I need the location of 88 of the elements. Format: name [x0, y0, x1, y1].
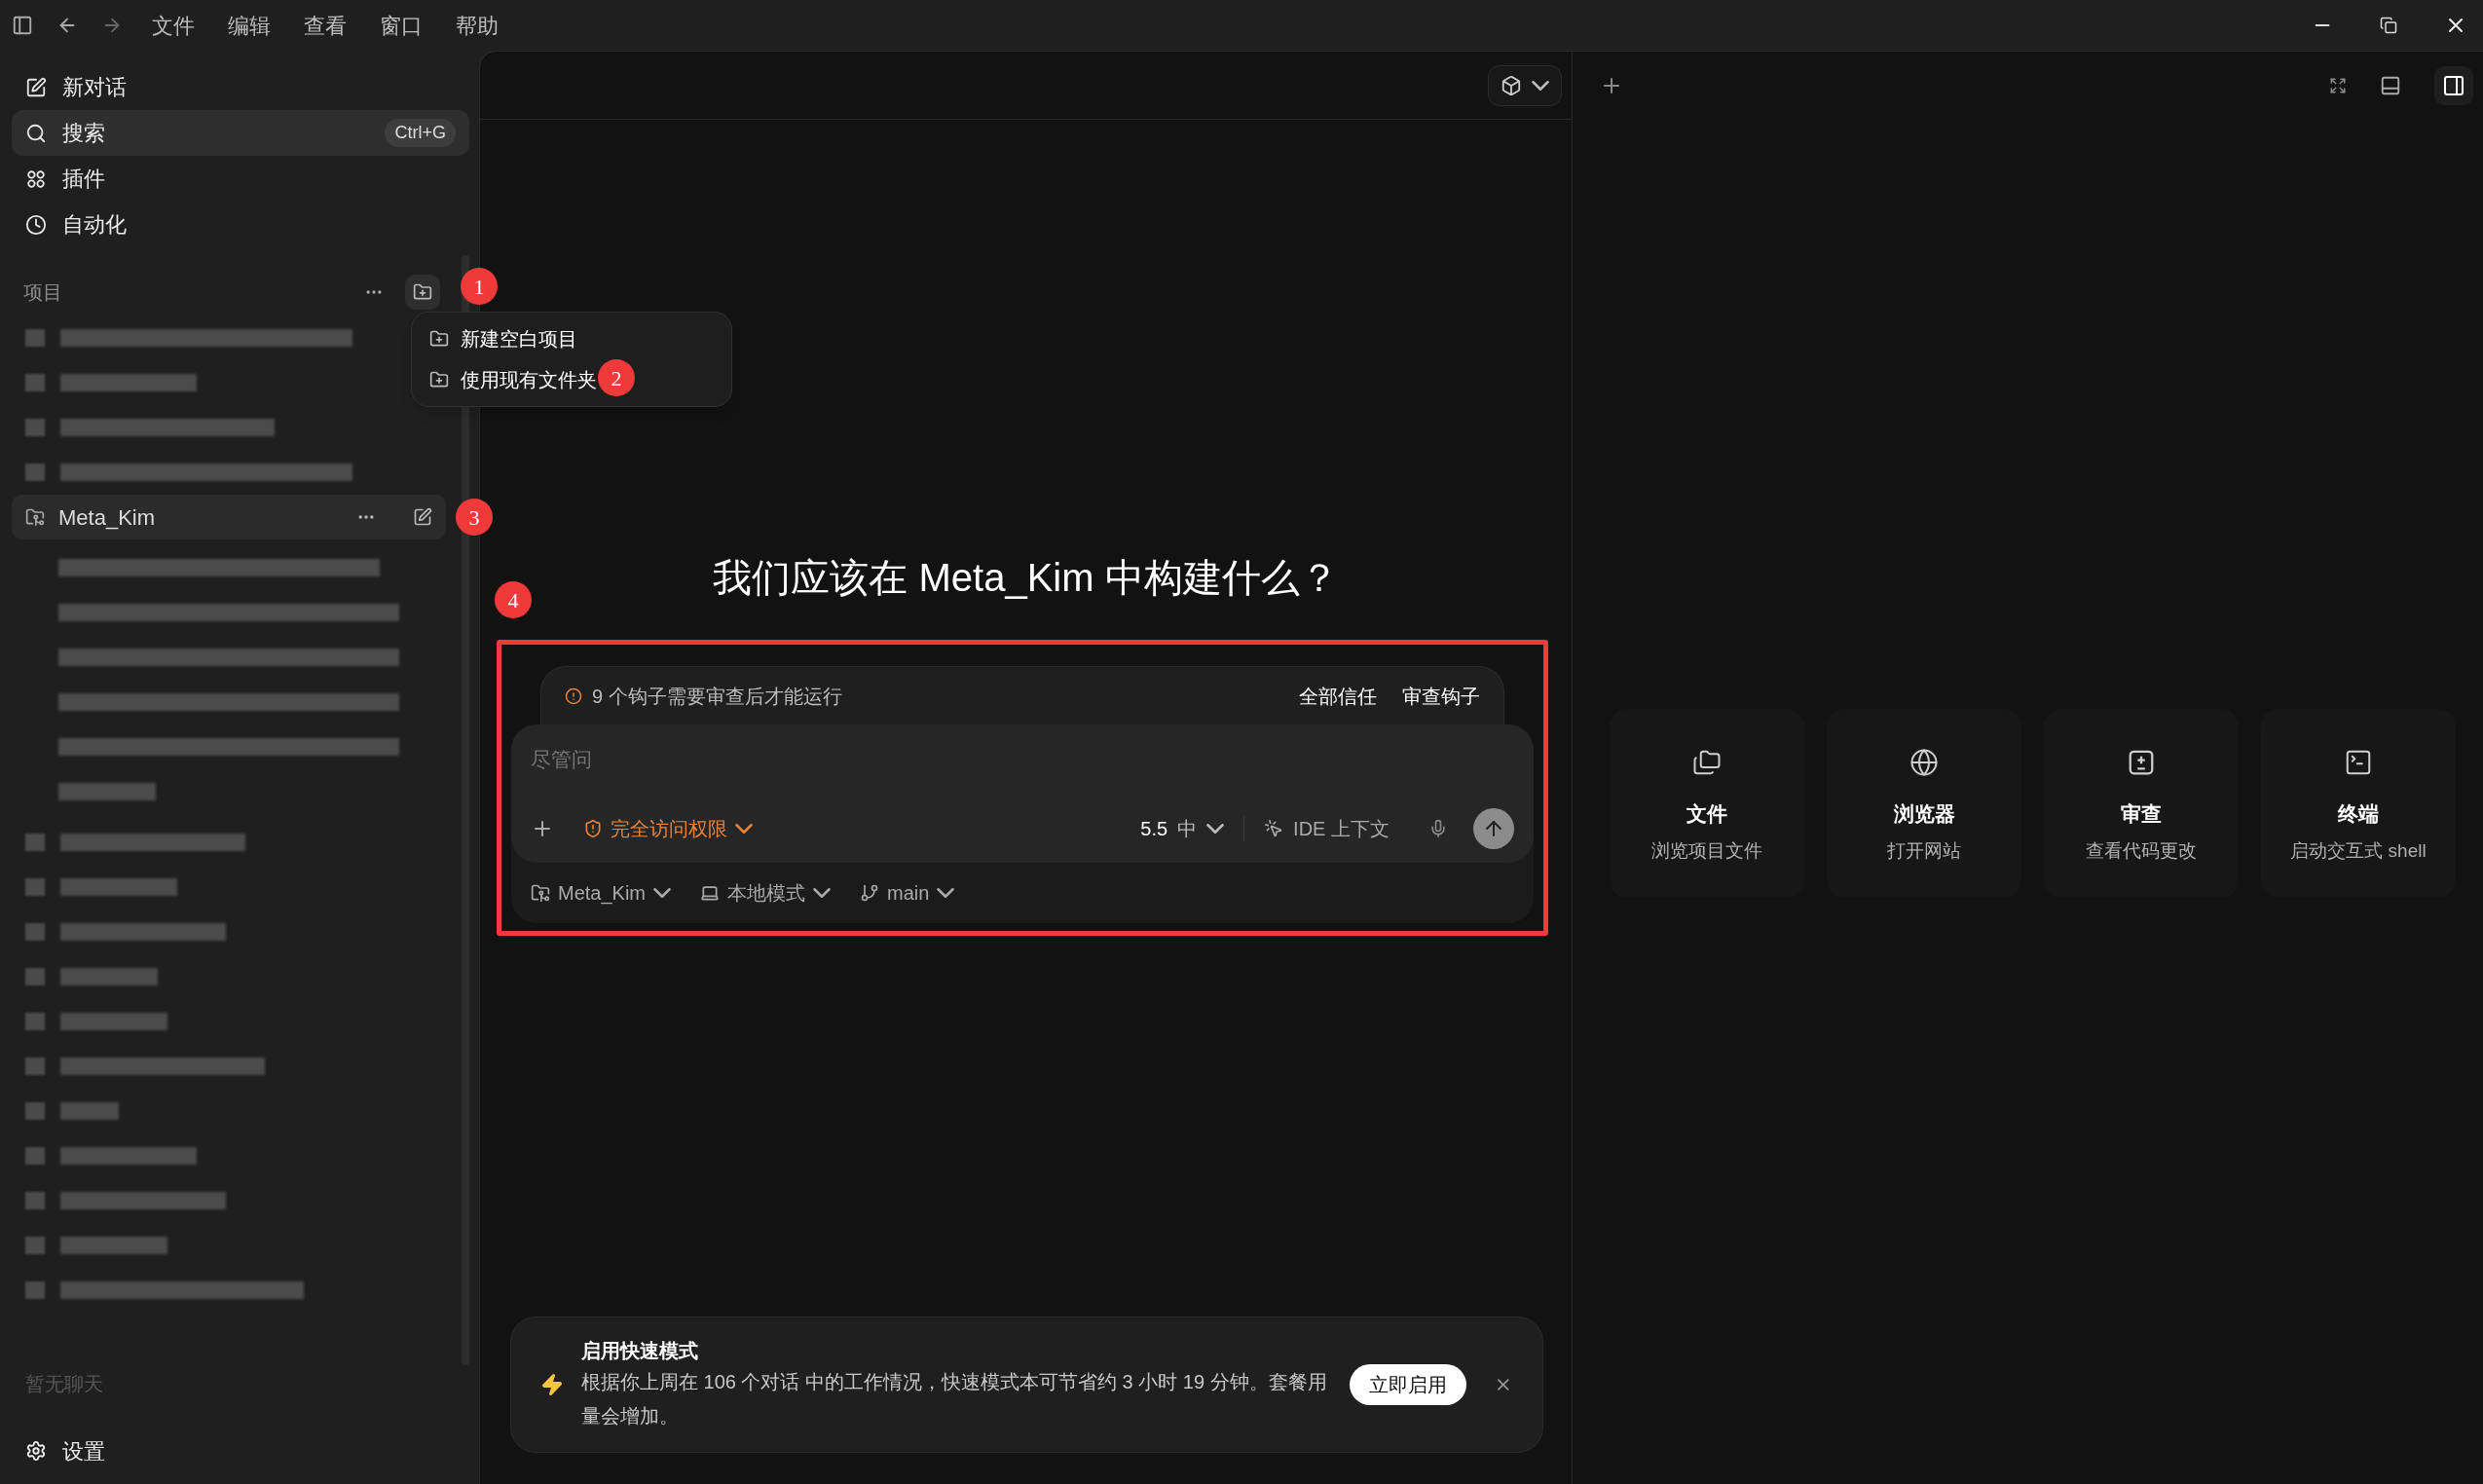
redacted-icon: [25, 923, 45, 941]
redacted-icon: [25, 834, 45, 851]
compose-icon: [25, 76, 47, 98]
chevron-down-icon: [653, 888, 672, 898]
project-item[interactable]: Meta_Kim: [12, 495, 446, 539]
branch-dropdown[interactable]: main: [860, 878, 955, 908]
enable-button[interactable]: 立即启用: [1350, 1364, 1467, 1405]
redacted-icon: [25, 1013, 45, 1030]
folder-git-icon: [531, 883, 550, 903]
redacted-icon: [25, 1147, 45, 1165]
shortcut-badge: Ctrl+G: [385, 119, 456, 147]
send-button[interactable]: [1473, 808, 1514, 849]
redacted-icon: [25, 1237, 45, 1254]
plugins-icon: [25, 167, 47, 190]
bottom-panel-icon[interactable]: [2380, 75, 2401, 96]
pointer-click-icon: [1264, 819, 1284, 838]
terminal-icon: [2344, 748, 2373, 777]
menu-item[interactable]: 帮助: [456, 9, 499, 42]
message-input[interactable]: 尽管问: [531, 744, 1212, 775]
laptop-icon: [700, 883, 721, 903]
panel-card[interactable]: 审查 查看代码更改: [2044, 709, 2239, 898]
chevron-down-icon: [1206, 824, 1225, 834]
menu-item[interactable]: 文件: [152, 9, 195, 42]
clock-icon: [25, 213, 47, 236]
redacted-icon: [25, 968, 45, 985]
chevron-down-icon: [937, 888, 955, 898]
sidebar-toggle-icon[interactable]: [12, 15, 33, 36]
menu-option[interactable]: 新建空白项目: [429, 321, 577, 356]
compose-icon[interactable]: [413, 507, 432, 527]
redacted-icon: [25, 374, 45, 391]
redacted-icon: [25, 1281, 45, 1299]
panel-card[interactable]: 文件 浏览项目文件: [1610, 709, 1804, 898]
folder-git-icon: [25, 507, 45, 527]
model-selector[interactable]: [1488, 64, 1562, 106]
sidebar-nav-item[interactable]: 新对话: [12, 64, 469, 110]
project-dropdown[interactable]: Meta_Kim: [531, 878, 672, 908]
redacted-icon: [25, 419, 45, 436]
redacted-icon: [25, 1057, 45, 1075]
sidebar-nav-item[interactable]: 插件: [12, 156, 469, 202]
microphone-icon[interactable]: [1428, 819, 1448, 838]
hooks-notice: 9 个钩子需要审查后才能运行 全部信任 审查钩子: [540, 666, 1504, 724]
globe-icon: [1909, 748, 1939, 777]
model-dropdown[interactable]: 5.5 中: [1140, 814, 1225, 843]
redacted-text: [60, 1102, 119, 1120]
folder-plus-icon: [429, 370, 449, 390]
mode-dropdown[interactable]: 本地模式: [700, 878, 832, 908]
chevron-down-icon: [735, 824, 753, 834]
notice-action-button[interactable]: 全部信任: [1299, 681, 1377, 711]
menu-item[interactable]: 窗口: [380, 9, 423, 42]
shield-alert-icon: [583, 819, 603, 838]
lightning-icon: [540, 1373, 564, 1396]
panel-card[interactable]: 终端 启动交互式 shell: [2261, 709, 2456, 898]
redacted-icon: [25, 1192, 45, 1209]
section-header: 项目: [23, 280, 62, 305]
redacted-icon: [25, 329, 45, 347]
sidebar-nav-item[interactable]: 自动化: [12, 202, 469, 247]
sidebar-nav-item[interactable]: 搜索 Ctrl+G: [12, 110, 469, 156]
settings-item[interactable]: 设置: [12, 1431, 148, 1470]
diff-icon: [2127, 748, 2156, 777]
new-project-button[interactable]: [405, 275, 440, 310]
search-icon: [25, 122, 47, 144]
folder-plus-icon: [413, 282, 432, 302]
cube-icon: [1501, 74, 1522, 96]
page-heading: 我们应该在 Meta_Kim 中构建什么？: [713, 555, 1339, 601]
redacted-icon: [25, 878, 45, 896]
expand-icon[interactable]: [2329, 77, 2347, 94]
git-branch-icon: [860, 883, 880, 903]
banner-title: 启用快速模式: [581, 1339, 699, 1363]
settings-icon: [25, 1440, 47, 1462]
folder-plus-icon: [429, 329, 449, 349]
panel-card[interactable]: 浏览器 打开网站: [1827, 709, 2021, 898]
banner-text: 根据你上周在 106 个对话 中的工作情况，快速模式本可节省约 3 小时 19 分钟。套餐用量会增加。: [581, 1370, 1328, 1428]
right-panel-toggle[interactable]: [2434, 66, 2473, 105]
chevron-down-icon: [1532, 80, 1549, 91]
ide-context-button[interactable]: IDE 上下文: [1264, 814, 1390, 843]
notice-action-button[interactable]: 审查钩子: [1402, 681, 1480, 711]
alert-icon: [565, 686, 582, 705]
menu-option[interactable]: 使用现有文件夹: [429, 362, 597, 397]
access-dropdown[interactable]: 完全访问权限: [583, 814, 753, 843]
menu-item[interactable]: 编辑: [228, 9, 271, 42]
redacted-icon: [25, 1102, 45, 1120]
redacted-icon: [25, 464, 45, 481]
restore-icon[interactable]: [2380, 17, 2397, 34]
chevron-down-icon: [813, 888, 832, 898]
menu-item[interactable]: 查看: [304, 9, 347, 42]
annotation-marker: 3: [456, 499, 493, 536]
right-panel-icon: [2442, 74, 2465, 97]
folders-icon: [1692, 748, 1722, 777]
